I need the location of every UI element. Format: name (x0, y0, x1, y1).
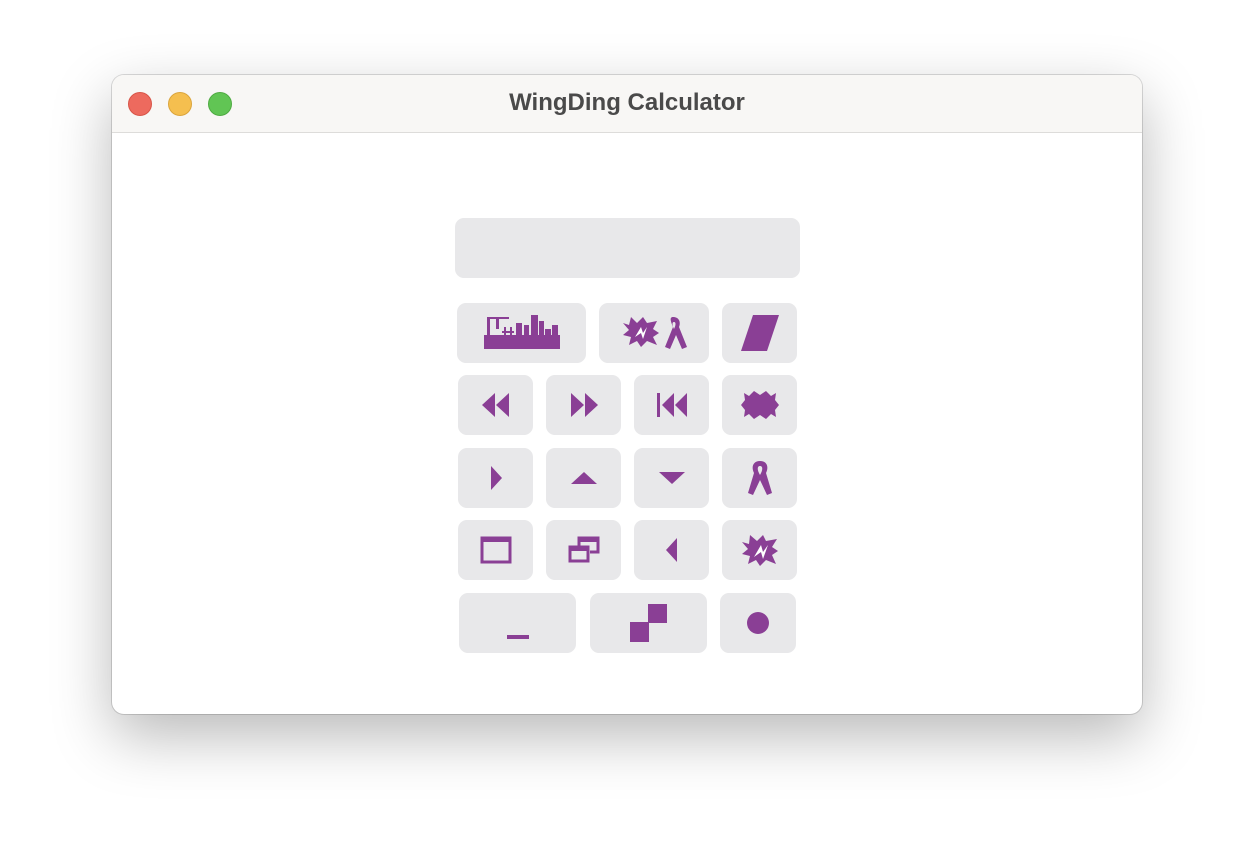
calculator-display (455, 218, 800, 278)
key-fast-forward[interactable] (546, 375, 621, 435)
calculator-window: WingDing Calculator (112, 75, 1142, 714)
key-triangle-up[interactable] (546, 448, 621, 508)
triangle-right-icon (490, 466, 502, 490)
key-circle[interactable] (720, 593, 796, 653)
explosion-ribbon-icon (623, 317, 687, 349)
checker-squares-icon (629, 604, 667, 642)
key-cityscape[interactable] (457, 303, 586, 363)
title-bar: WingDing Calculator (112, 75, 1142, 133)
rewind-icon (481, 393, 509, 417)
triangle-left-icon (665, 538, 677, 562)
key-parallelogram[interactable] (722, 303, 797, 363)
parallelogram-icon (740, 315, 779, 351)
key-play-right[interactable] (458, 448, 533, 508)
explosion-icon (741, 535, 778, 566)
double-window-icon (568, 536, 599, 563)
ribbon-icon (747, 461, 772, 495)
triangle-down-icon (658, 472, 685, 484)
key-checker-squares[interactable] (590, 593, 707, 653)
fast-forward-icon (570, 393, 598, 417)
key-double-window[interactable] (546, 520, 621, 580)
window-title: WingDing Calculator (509, 89, 745, 116)
circle-icon (747, 612, 769, 634)
key-underscore[interactable] (459, 593, 576, 653)
key-explosion[interactable] (722, 520, 797, 580)
key-triangle-down[interactable] (634, 448, 709, 508)
skip-back-icon (656, 393, 687, 417)
key-burst[interactable] (722, 375, 797, 435)
key-skip-back[interactable] (634, 375, 709, 435)
burst-icon (740, 391, 779, 419)
window-icon (480, 536, 511, 564)
key-ribbon[interactable] (722, 448, 797, 508)
triangle-up-icon (570, 472, 597, 484)
key-window[interactable] (458, 520, 533, 580)
underscore-icon (506, 635, 529, 639)
cityscape-icon (483, 315, 560, 349)
key-play-left[interactable] (634, 520, 709, 580)
key-explosion-ribbon[interactable] (599, 303, 709, 363)
key-rewind[interactable] (458, 375, 533, 435)
